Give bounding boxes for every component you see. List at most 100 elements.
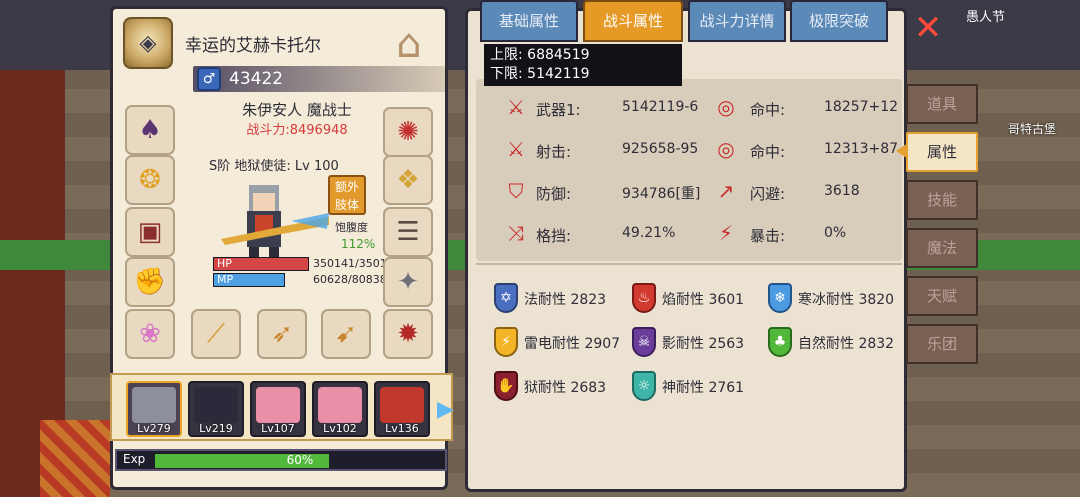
member-portrait (132, 387, 176, 423)
tab-limit-break[interactable]: 极限突破 (790, 0, 888, 42)
sidebar-item-items[interactable]: 道具 (906, 84, 978, 124)
event-banner[interactable]: 愚人节 (950, 0, 1080, 30)
gold-pauldron-icon: ❖ (396, 165, 420, 195)
weapon-slot-2[interactable]: ➶ (257, 309, 307, 359)
tab-combat-power-details[interactable]: 战斗力详情 (688, 0, 786, 42)
shield-icon: ⛉ (508, 179, 524, 203)
resistance-hell: ✋ 狱耐性 2683 (494, 369, 634, 405)
stat-value: 925658-95 (622, 141, 699, 157)
stat-value: 0% (824, 225, 847, 241)
party-member-1[interactable]: Lv279 (126, 381, 182, 437)
helmet-slot[interactable]: ♠ (125, 105, 175, 155)
party-member-3[interactable]: Lv107 (250, 381, 306, 437)
flame-icon: ♨ (632, 283, 656, 313)
crossbow-icon: ➹ (335, 319, 357, 349)
block-icon: ⤨ (508, 221, 524, 245)
resistance-thunder: ⚡ 雷电耐性 2907 (494, 325, 634, 361)
target-icon: ◎ (717, 137, 735, 161)
resistance-label: 自然耐性 2832 (798, 336, 895, 352)
male-gender-icon: ♂ (197, 67, 221, 91)
sidebar-item-magic[interactable]: 魔法 (906, 228, 978, 268)
hp-label: HP (217, 257, 232, 270)
skull-icon: ☠ (632, 327, 656, 357)
gloves-slot[interactable]: ✊ (125, 257, 175, 307)
resistance-label: 雷电耐性 2907 (524, 336, 621, 352)
boots-slot[interactable]: ✦ (383, 257, 433, 307)
sidebar-item-talent[interactable]: 天赋 (906, 276, 978, 316)
snowflake-icon: ❄ (768, 283, 792, 313)
stat-row-block: ⤨ 格挡: 49.21% ⚡ 暴击: 0% (476, 215, 902, 251)
class-emblem-icon: ◈ (123, 17, 173, 69)
satiety-label: 饱腹度 (335, 221, 368, 234)
wardrobe-hanger-icon[interactable]: ⌂ (383, 21, 435, 67)
stat-label: 闪避: (750, 185, 786, 203)
shoulder-slot[interactable]: ❖ (383, 155, 433, 205)
exp-label: Exp (123, 452, 146, 466)
party-member-5[interactable]: Lv136 (374, 381, 430, 437)
weapon-slot-1[interactable]: ⟋ (191, 309, 241, 359)
rank-level: S阶 地狱使徒: Lv 100 (209, 159, 339, 174)
armor-slot[interactable]: ▣ (125, 207, 175, 257)
stat-label: 射击: (536, 143, 572, 161)
leaf-icon: ♣ (768, 327, 792, 357)
satiety-value: 112% (341, 237, 376, 251)
stat-row-weapon: ⚔ 武器1: 5142119-6 ◎ 命中: 18257+12 (476, 89, 902, 125)
tab-combat-attributes[interactable]: 战斗属性 (583, 0, 683, 42)
party-member-4[interactable]: Lv102 (312, 381, 368, 437)
hexagram-icon: ✡ (494, 283, 518, 313)
stat-value: 49.21% (622, 225, 676, 241)
extra-limb-button[interactable]: 额外 肢体 (328, 175, 366, 215)
sidebar-item-attributes[interactable]: 属性 (906, 132, 978, 172)
belt-icon: ☰ (396, 217, 420, 247)
character-panel: ◈ 幸运的艾赫卡托尔 ⌂ ♂ 43422 朱伊安人 魔战士 战斗力:849694… (110, 6, 454, 490)
claw-icon: ✋ (494, 371, 518, 401)
exp-percent: 60% (286, 453, 314, 467)
cape-slot[interactable]: ✹ (383, 309, 433, 359)
member-portrait (380, 387, 424, 423)
stat-label: 命中: (750, 143, 786, 161)
boots-icon: ✦ (397, 267, 419, 297)
cape-icon: ✹ (397, 319, 419, 349)
necklace-slot[interactable]: ❂ (125, 155, 175, 205)
mp-label: MP (217, 273, 234, 286)
event-label: 愚人节 (966, 10, 1006, 25)
sidebar-item-skills[interactable]: 技能 (906, 180, 978, 220)
stat-value: 934786[重] (622, 186, 701, 202)
sidebar-item-band[interactable]: 乐团 (906, 324, 978, 364)
resistance-fire: ♨ 焰耐性 3601 (632, 281, 772, 317)
active-pointer-icon (896, 143, 908, 159)
tab-basic-attributes[interactable]: 基础属性 (480, 0, 578, 42)
ring-slot[interactable]: ✺ (383, 107, 433, 157)
weapon-slot-3[interactable]: ➹ (321, 309, 371, 359)
sword-icon: ⚔ (507, 137, 525, 161)
resistance-label: 狱耐性 2683 (524, 380, 607, 396)
close-icon[interactable]: ✕ (912, 11, 944, 45)
location-label: 哥特古堡 (1008, 122, 1057, 136)
resistance-shadow: ☠ 影耐性 2563 (632, 325, 772, 361)
stat-value: 18257+12 (824, 99, 899, 115)
belt-slot[interactable]: ☰ (383, 207, 433, 257)
dark-helmet-icon: ♠ (138, 115, 162, 145)
spear-icon: ➶ (271, 319, 293, 349)
stat-label: 暴击: (750, 227, 786, 245)
sword-icon: ⚔ (507, 95, 525, 119)
rabbit-pet-icon: ❀ (139, 319, 161, 349)
gender-power-value: 43422 (229, 69, 284, 89)
combat-stats-area: ⚔ 武器1: 5142119-6 ◎ 命中: 18257+12 ⚔ 射击: 92… (476, 79, 902, 261)
stat-label: 武器1: (536, 101, 581, 119)
stat-row-shoot: ⚔ 射击: 925658-95 ◎ 命中: 12313+87 (476, 131, 902, 167)
resistance-magic: ✡ 法耐性 2823 (494, 281, 634, 317)
pet-slot[interactable]: ❀ (125, 309, 175, 359)
gauntlet-icon: ✊ (133, 267, 167, 297)
weapon-range-tooltip: 上限: 6884519 下限: 5142119 (484, 44, 682, 86)
party-member-2[interactable]: Lv219 (188, 381, 244, 437)
member-portrait (318, 387, 362, 423)
armor-icon: ▣ (137, 217, 163, 247)
resistance-label: 神耐性 2761 (662, 380, 745, 396)
character-name: 幸运的艾赫卡托尔 (185, 36, 321, 56)
stat-value: 5142119-6 (622, 99, 699, 115)
mp-value: 60628/80838 (313, 273, 387, 286)
resistance-label: 寒冰耐性 3820 (798, 292, 895, 308)
member-portrait (256, 387, 300, 423)
party-next-arrow-icon[interactable]: ▶ (437, 395, 454, 425)
